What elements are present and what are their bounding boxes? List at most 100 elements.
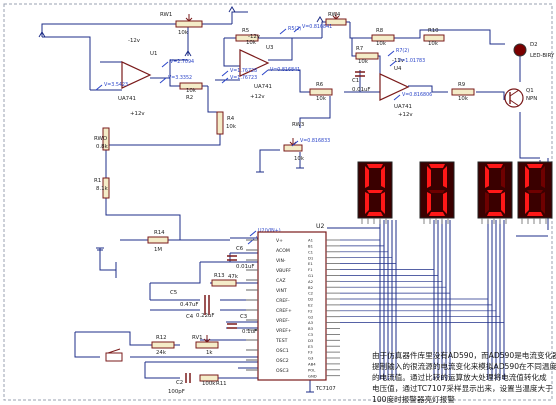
probe-arrow — [279, 28, 287, 35]
chip-pin-label-right: D2 — [308, 297, 314, 302]
label-u3-vpos: +12v — [250, 94, 265, 100]
label-r14-value: 1M — [154, 247, 162, 253]
probe-reading: V=3.5423 — [104, 82, 128, 88]
label-d2-type: LED-BIRY — [530, 53, 555, 59]
label-rv1: RV1 — [192, 335, 203, 341]
chip-pin-label-left: OSC2 — [276, 358, 289, 364]
note-line: 由于仿真器件库里没有AD590，而AD590是电流变化器件， — [372, 351, 556, 360]
resistor-r4 — [216, 111, 224, 135]
segment-d — [487, 212, 503, 216]
chip-pin-label-right: GND — [308, 373, 317, 378]
label-r10-value: 10k — [428, 41, 439, 47]
label-r2: R2 — [186, 95, 193, 101]
probe-arrow — [159, 77, 167, 84]
label-c4-value: 0.22uF — [196, 313, 215, 319]
resistor-r12 — [151, 341, 175, 349]
segment-g — [367, 190, 383, 193]
label-r9-value: 10k — [458, 96, 469, 102]
label-c4: C4 — [186, 314, 194, 320]
label-r4-value: 10k — [226, 124, 237, 130]
label-rwo: RWO — [94, 136, 107, 142]
label-d2: D2 — [530, 42, 538, 48]
note-line: 提制输入的很流源的电流变化来模拟AD590在不同温度下 — [372, 362, 556, 371]
label-u4-type: UA741 — [394, 104, 412, 110]
label-rw4: RW4 — [328, 12, 341, 18]
resistor-r13 — [211, 279, 237, 287]
chip-pin-label-left: TEST — [275, 338, 288, 344]
label-c2: C2 — [176, 380, 183, 386]
potentiometer-rv1 — [195, 341, 219, 349]
label-u3-type: UA741 — [254, 84, 272, 90]
chip-pin-label-right: F3 — [308, 350, 313, 355]
segment-a — [367, 164, 383, 168]
probe-reading: V=3.3352 — [168, 75, 192, 81]
label-r6-value: 10k — [316, 96, 327, 102]
chip-pin-label-right: C2 — [308, 291, 314, 296]
label-r6: R6 — [316, 82, 324, 88]
label-c6-value: 0.01uF — [236, 264, 255, 270]
label-r10: R10 — [428, 28, 439, 34]
label-r9: R9 — [458, 82, 466, 88]
label-u3: U3 — [266, 45, 273, 51]
label-u3-vneg: -12v — [248, 34, 261, 40]
chip-pin-label-right: C3 — [308, 332, 314, 337]
probe-arrow — [249, 230, 257, 237]
label-r12-value: 24k — [156, 350, 167, 356]
label-r14: R14 — [154, 230, 165, 236]
chip-body — [257, 231, 327, 381]
note-line: 电压值，通过TC7107采样显示出来，设置当温度大于 — [372, 384, 553, 393]
led-d2 — [513, 43, 527, 57]
circuit-schematic: RW110kU1UA741-12v+12vRWO0.8kR18.1kR210kR… — [3, 3, 555, 401]
label-c1: C1 — [352, 78, 359, 84]
description-note: 由于仿真器件库里没有AD590，而AD590是电流变化器件， 提制输入的很流源的… — [372, 350, 556, 405]
chip-pin-label-right: E1 — [308, 261, 313, 266]
segment-a — [487, 164, 503, 168]
probe-arrow — [221, 70, 229, 77]
potentiometer-rw3 — [283, 144, 303, 152]
label-r13-value: 47k — [228, 274, 239, 280]
probe-arrow — [95, 84, 103, 91]
potentiometer-rw1 — [175, 20, 203, 28]
note-line: 100度时报警器亮灯报警 — [372, 395, 455, 404]
switch — [105, 352, 123, 362]
label-r11: R11 — [216, 381, 227, 387]
label-r8-value: 10k — [376, 41, 387, 47]
label-rv1-value: 1k — [206, 350, 213, 356]
probe-reading: V=0.816841 — [302, 24, 332, 30]
label-r5-value: 10k — [246, 40, 257, 46]
chip-pin-label-right: G3 — [308, 356, 314, 361]
resistor-r6 — [309, 88, 333, 96]
chip-pin-label-right: F2 — [308, 308, 313, 313]
chip-pin-label-left: VREF- — [276, 318, 290, 324]
chip-pin-label-right: D1 — [308, 255, 314, 260]
label-u1-vneg: -12v — [128, 38, 141, 44]
label-rw3-value: 10k — [294, 156, 305, 162]
segment-d — [367, 212, 383, 216]
probe-reading: V=0.816833 — [300, 138, 330, 144]
chip-type: TC7107 — [315, 386, 336, 392]
chip-pin-label-left: VINT — [276, 288, 287, 294]
label-c3: C3 — [240, 314, 247, 320]
label-u4-vpos: +12v — [398, 112, 413, 118]
chip-pin-label-right: E3 — [308, 344, 313, 349]
label-c5: C5 — [170, 290, 177, 296]
chip-pin-label-right: A1 — [308, 238, 314, 243]
label-r11-value: 100k — [202, 381, 216, 387]
chip-pin-label-right: A2 — [308, 279, 314, 284]
chip-pin-label-left: VBUFF — [276, 268, 291, 274]
segment-a — [429, 164, 445, 168]
label-r1: R1 — [94, 178, 101, 184]
switch-lever — [107, 348, 121, 354]
probe-reading: V=0.816806 — [402, 92, 432, 98]
label-u1: U1 — [150, 51, 157, 57]
chip-pin-label-right: B2 — [308, 285, 314, 290]
transistor-q1 — [504, 88, 524, 108]
chip-pin-label-right: D3 — [308, 338, 314, 343]
label-r7: R7 — [356, 46, 363, 52]
chip-pin-label-left: CREF- — [276, 298, 290, 304]
resistor-r9 — [451, 88, 475, 96]
chip-pin-label-right: AB4 — [308, 362, 316, 367]
label-c1-value: 0.01uF — [352, 87, 371, 93]
label-r1-value: 8.1k — [96, 186, 109, 192]
label-r7-value: 10k — [358, 59, 369, 65]
